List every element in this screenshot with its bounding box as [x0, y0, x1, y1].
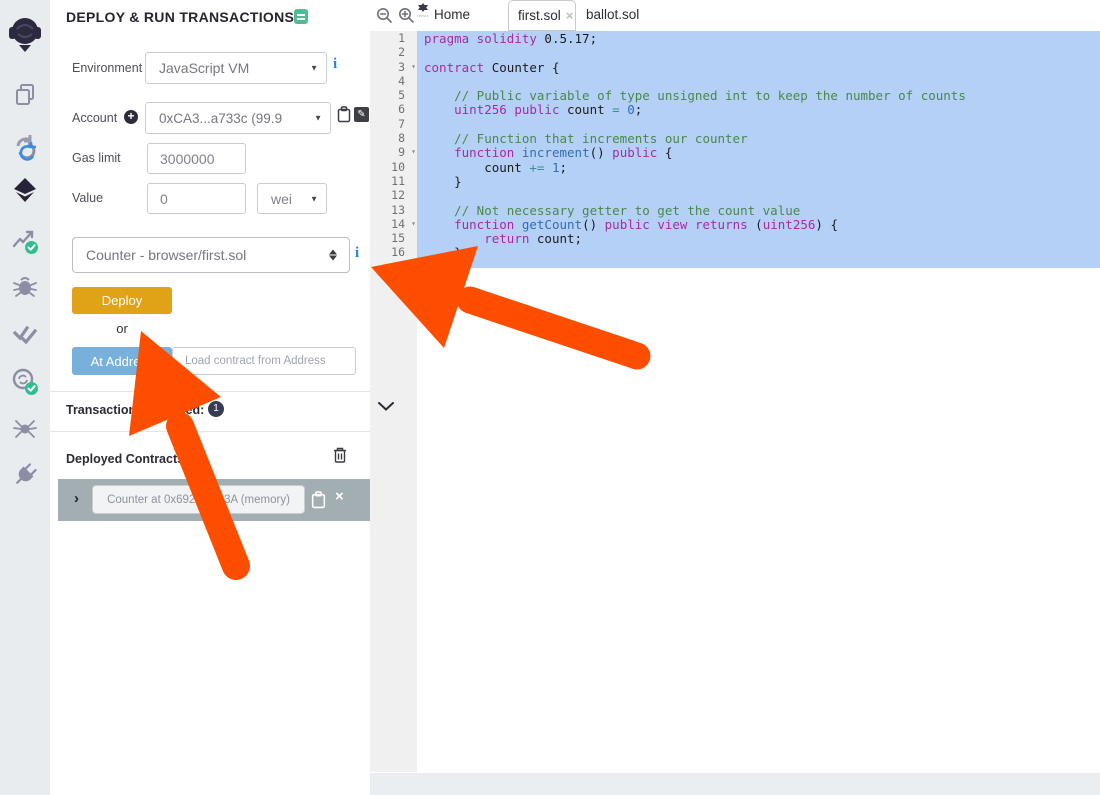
fold-arrow-icon[interactable]: ▾: [411, 60, 416, 74]
sort-arrows-icon: [329, 250, 337, 261]
deploy-and-run-icon[interactable]: [0, 176, 50, 204]
code-line[interactable]: function getCount() public view returns …: [417, 218, 1100, 232]
chevron-down-icon: ▼: [310, 64, 318, 73]
zoom-out-icon[interactable]: [376, 7, 393, 24]
add-account-icon[interactable]: +: [124, 110, 138, 124]
tab-first-sol[interactable]: first.sol ×: [508, 0, 576, 31]
gutter-line[interactable]: 6: [370, 102, 417, 116]
gutter-line[interactable]: 5: [370, 88, 417, 102]
static-analysis-icon[interactable]: [0, 226, 50, 256]
gas-limit-label: Gas limit: [72, 151, 121, 165]
gutter-line[interactable]: 14▾: [370, 217, 417, 231]
documentation-icon[interactable]: [294, 9, 308, 24]
at-address-button[interactable]: At Address: [72, 347, 172, 375]
copy-address-icon[interactable]: [311, 491, 326, 509]
contract-info-icon[interactable]: i: [355, 245, 359, 262]
gutter-line[interactable]: 10: [370, 160, 417, 174]
gutter-line[interactable]: 13: [370, 203, 417, 217]
remove-contract-icon[interactable]: ×: [335, 488, 344, 505]
code-line[interactable]: // Function that increments our counter: [417, 132, 1100, 146]
gutter-line[interactable]: 7: [370, 117, 417, 131]
code-line[interactable]: // Public variable of type unsigned int …: [417, 89, 1100, 103]
code-line[interactable]: uint256 public count = 0;: [417, 103, 1100, 117]
divider: [50, 431, 370, 432]
code-line[interactable]: [417, 75, 1100, 89]
copy-account-icon[interactable]: [337, 106, 351, 123]
at-address-input[interactable]: [172, 347, 356, 375]
expand-chevron-icon[interactable]: ›: [74, 490, 79, 507]
gutter-line[interactable]: 3▾: [370, 60, 417, 74]
code-line[interactable]: contract Counter {: [417, 61, 1100, 75]
collapse-chevron-icon[interactable]: [378, 402, 394, 411]
gutter-line[interactable]: 11: [370, 174, 417, 188]
solhint-spider-icon[interactable]: [0, 416, 50, 442]
tab-home[interactable]: Home: [434, 7, 470, 22]
divider: [50, 391, 370, 392]
code-line[interactable]: pragma solidity 0.5.17;: [417, 32, 1100, 46]
source-verification-icon[interactable]: [0, 367, 50, 397]
remix-logo-icon[interactable]: [0, 13, 50, 55]
value-input[interactable]: [147, 183, 246, 214]
environment-label: Environment: [72, 61, 142, 75]
code-line[interactable]: [417, 189, 1100, 203]
code-line[interactable]: [417, 46, 1100, 60]
remix-home-icon: remix: [416, 5, 430, 18]
gutter-line[interactable]: 8: [370, 131, 417, 145]
contract-select[interactable]: Counter - browser/first.sol: [72, 237, 350, 273]
deployed-contract-button[interactable]: Counter at 0x692...77b3A (memory): [92, 485, 305, 514]
code-lines[interactable]: pragma solidity 0.5.17; contract Counter …: [417, 32, 1100, 261]
code-line[interactable]: [417, 118, 1100, 132]
code-line[interactable]: }: [417, 246, 1100, 260]
environment-info-icon[interactable]: i: [333, 56, 337, 73]
code-line[interactable]: // Not necessary getter to get the count…: [417, 204, 1100, 218]
panel-title: DEPLOY & RUN TRANSACTIONS: [66, 9, 294, 25]
solidity-compiler-icon[interactable]: [0, 132, 50, 164]
code-line[interactable]: return count;: [417, 232, 1100, 246]
close-tab-icon[interactable]: ×: [566, 8, 574, 23]
chevron-down-icon: ▼: [314, 114, 322, 123]
edit-account-icon[interactable]: ✎: [354, 107, 369, 122]
environment-select[interactable]: JavaScript VM ▼: [145, 52, 327, 84]
code-line[interactable]: count += 1;: [417, 161, 1100, 175]
deploy-run-panel: DEPLOY & RUN TRANSACTIONS Environment Ja…: [50, 0, 370, 795]
or-label: or: [72, 321, 172, 336]
gutter-line[interactable]: 16: [370, 245, 417, 259]
plugin-manager-icon[interactable]: [0, 462, 50, 488]
chevron-down-icon: ▼: [310, 194, 318, 203]
gas-limit-input[interactable]: [147, 143, 246, 174]
account-select[interactable]: 0xCA3...a733c (99.9 ▼: [145, 102, 331, 134]
gutter-line[interactable]: 2: [370, 45, 417, 59]
debugger-icon[interactable]: [0, 273, 50, 299]
value-unit-select[interactable]: wei ▼: [257, 183, 327, 214]
terminal-panel[interactable]: [370, 773, 1100, 795]
account-label: Account: [72, 111, 117, 125]
fold-arrow-icon[interactable]: ▾: [411, 217, 416, 231]
transactions-count-badge: 1: [208, 401, 224, 417]
editor: remix Home first.sol × ballot.sol 123▾45…: [370, 0, 1100, 795]
value-label: Value: [72, 191, 103, 205]
code-editor[interactable]: 123▾456789▾1011121314▾1516 pragma solidi…: [370, 31, 1100, 795]
code-line[interactable]: }: [417, 175, 1100, 189]
tab-ballot-sol[interactable]: ballot.sol: [586, 7, 639, 22]
gutter-line[interactable]: 4: [370, 74, 417, 88]
gutter-line[interactable]: 9▾: [370, 145, 417, 159]
fold-arrow-icon[interactable]: ▾: [411, 145, 416, 159]
clear-deployed-trash-icon[interactable]: [333, 447, 347, 463]
zoom-in-icon[interactable]: [398, 7, 415, 24]
file-explorer-icon[interactable]: [0, 82, 50, 108]
gutter-line[interactable]: 12: [370, 188, 417, 202]
editor-tabbar: remix Home first.sol × ballot.sol: [370, 0, 1100, 31]
deploy-button[interactable]: Deploy: [72, 287, 172, 314]
gutter-line[interactable]: 1: [370, 31, 417, 45]
deployed-contracts-label: Deployed Contracts: [66, 452, 184, 466]
transactions-recorded-label: Transactions recorded:: [66, 403, 204, 417]
deployed-contract-row: › Counter at 0x692...77b3A (memory) ×: [58, 479, 370, 521]
icon-rail: [0, 0, 50, 795]
unit-testing-icon[interactable]: [0, 321, 50, 347]
gutter-line[interactable]: 15: [370, 231, 417, 245]
code-line[interactable]: function increment() public {: [417, 146, 1100, 160]
